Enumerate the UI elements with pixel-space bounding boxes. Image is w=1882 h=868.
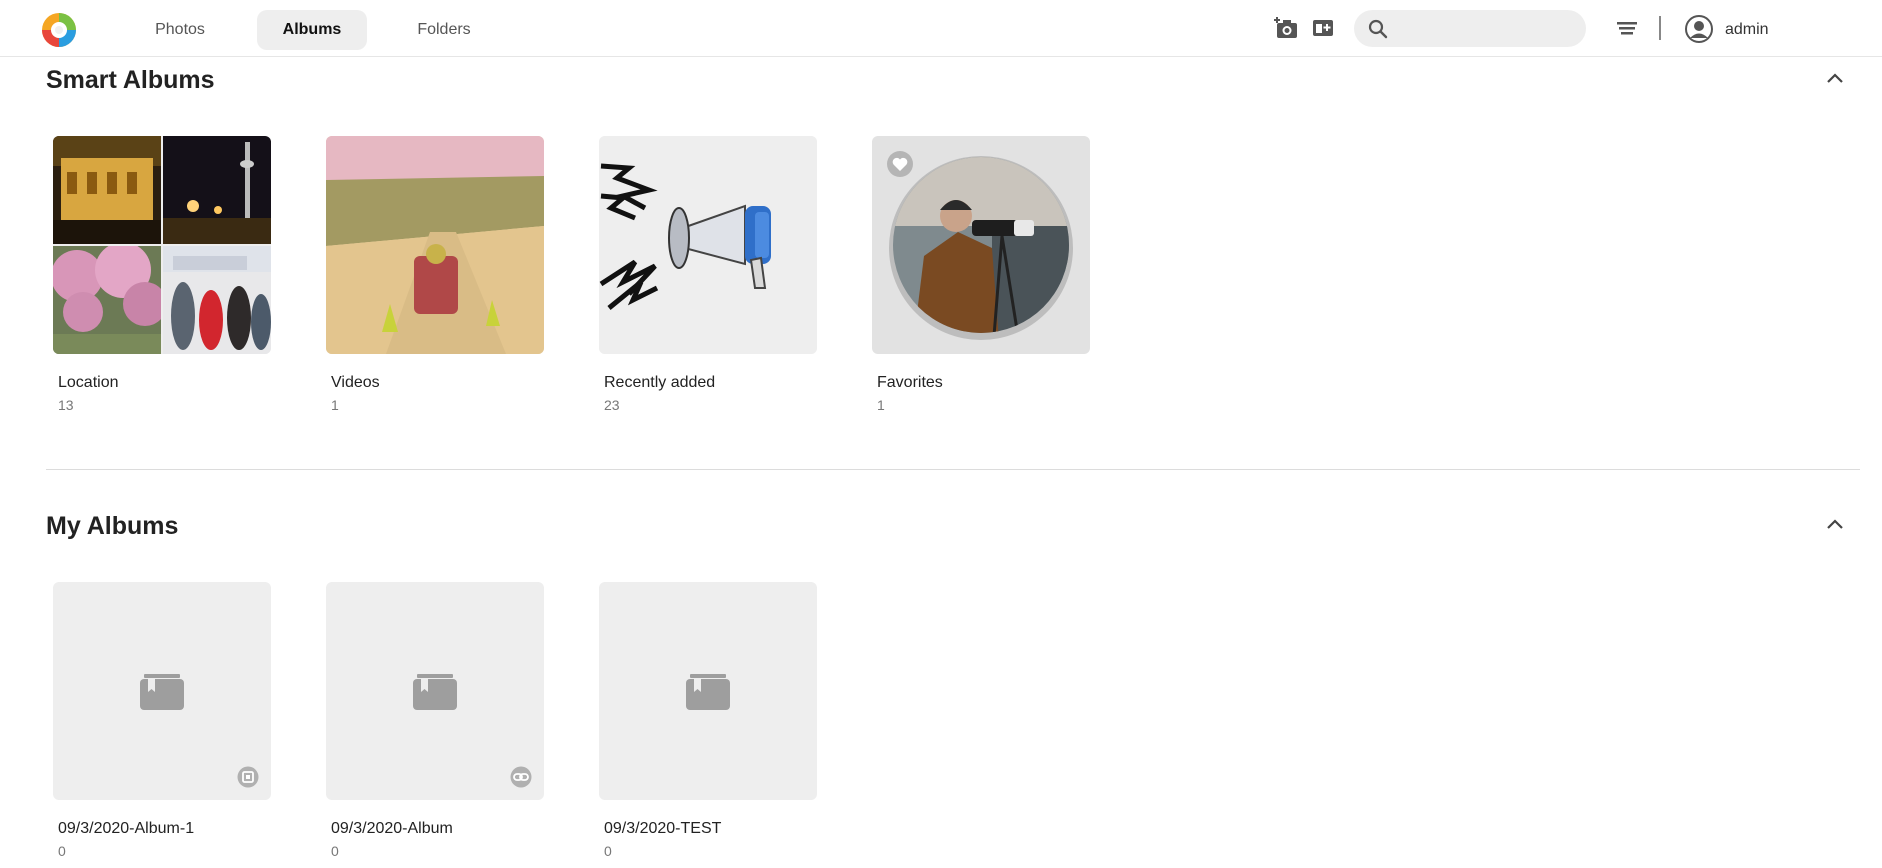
album-thumbnail[interactable] [53,582,271,800]
album-title[interactable]: 09/3/2020-TEST [604,820,721,838]
search-input[interactable] [1398,16,1576,41]
album-placeholder-icon [413,674,457,710]
album-title[interactable]: Location [58,374,119,392]
tab-folders[interactable]: Folders [389,10,499,50]
heart-icon[interactable] [886,150,914,178]
chevron-up-icon[interactable] [1822,66,1848,92]
album-placeholder-icon [140,674,184,710]
album-title[interactable]: Videos [331,374,380,392]
my-albums-title: My Albums [46,512,179,540]
smart-albums-title: Smart Albums [46,66,215,94]
search-bar[interactable] [1354,10,1586,47]
album-card-location[interactable]: Location 13 [53,136,271,413]
album-count: 1 [877,397,885,413]
section-divider [46,469,1860,470]
add-album-icon[interactable] [1310,15,1336,41]
megaphone-image [599,136,817,354]
album-title[interactable]: 09/3/2020-Album-1 [58,820,194,838]
app-logo[interactable] [41,12,77,48]
album-card-videos[interactable]: Videos 1 [326,136,544,413]
top-bar: Photos Albums Folders admin [0,0,1882,57]
user-name[interactable]: admin [1725,21,1769,39]
search-icon[interactable] [1368,19,1388,39]
sort-icon[interactable] [1614,15,1640,41]
add-photo-icon[interactable] [1274,15,1300,41]
album-card-favorites[interactable]: Favorites 1 [872,136,1090,413]
album-placeholder-icon [686,674,730,710]
toolbar-separator [1659,16,1661,40]
album-title[interactable]: Favorites [877,374,943,392]
album-title[interactable]: Recently added [604,374,715,392]
album-card[interactable]: 09/3/2020-TEST 0 [599,582,817,859]
album-card-recently-added[interactable]: Recently added 23 [599,136,817,413]
shared-icon [237,766,259,788]
album-count: 23 [604,397,620,413]
album-count: 0 [604,843,612,859]
album-card[interactable]: 09/3/2020-Album-1 0 [53,582,271,859]
album-thumbnail[interactable] [53,136,271,354]
photo-tile [163,136,271,244]
video-thumbnail-image [326,136,544,354]
link-icon [510,766,532,788]
user-icon[interactable] [1684,14,1714,44]
album-count: 0 [58,843,66,859]
album-thumbnail[interactable] [599,582,817,800]
album-thumbnail[interactable] [326,582,544,800]
album-count: 13 [58,397,74,413]
chevron-up-icon[interactable] [1822,512,1848,538]
album-title[interactable]: 09/3/2020-Album [331,820,453,838]
album-thumbnail[interactable] [599,136,817,354]
album-card[interactable]: 09/3/2020-Album 0 [326,582,544,859]
photo-tile [53,246,161,354]
photo-tile [163,246,271,354]
album-thumbnail[interactable] [326,136,544,354]
album-thumbnail[interactable] [872,136,1090,354]
tab-albums[interactable]: Albums [257,10,367,50]
album-count: 0 [331,843,339,859]
photo-tile [53,136,161,244]
album-count: 1 [331,397,339,413]
tab-photos[interactable]: Photos [125,10,235,50]
